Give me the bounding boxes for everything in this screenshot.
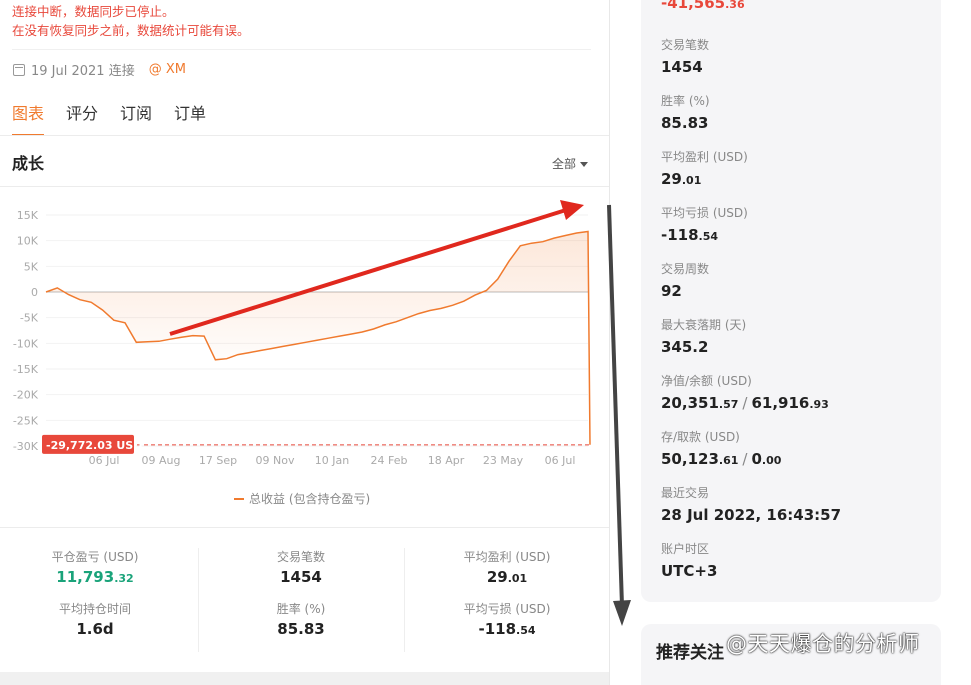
info-label: 平均盈利 (USD) <box>661 150 748 164</box>
stat-avg-hold: 平均持仓时间 1.6d <box>0 600 195 638</box>
recommend-title: 推荐关注 <box>656 643 724 663</box>
calendar-icon <box>13 63 25 76</box>
account-meta: 19 Jul 2021 连接 @ XM <box>13 60 186 79</box>
stat-winrate: 胜率 (%) 85.83 <box>201 600 401 638</box>
info-value: UTC+3 <box>661 562 718 580</box>
info-timezone: 账户时区 UTC+3 <box>661 540 717 580</box>
connection-warning: 连接中断，数据同步已停止。 在没有恢复同步之前，数据统计可能有误。 <box>12 2 250 40</box>
info-trades: 交易笔数 1454 <box>661 36 709 76</box>
watermark-text: @天天爆仓的分析师 <box>726 632 920 656</box>
info-label: 平均亏损 (USD) <box>661 206 748 220</box>
info-value: 29.01 <box>661 170 702 188</box>
info-equity-balance: 净值/余额 (USD) 20,351.57/61,916.93 <box>661 372 829 412</box>
growth-chart: 15K 10K 5K 0 -5K -10K -15K -20K -25K -30K 06 Jul 0… <box>13 209 591 506</box>
cropped-value: -41,565.36 <box>661 0 745 12</box>
x-tick-label: 09 Aug <box>142 454 181 467</box>
info-label: 账户时区 <box>661 542 710 556</box>
stat-label: 平均盈利 (USD) <box>463 550 551 564</box>
stat-avg-loss: 平均亏损 (USD) -118.54 <box>407 600 607 638</box>
info-value: 345.2 <box>661 338 709 356</box>
info-max-drawdown-period: 最大衰落期 (天) 345.2 <box>661 316 746 356</box>
stat-value: 1454 <box>280 568 322 586</box>
divider <box>0 186 609 187</box>
stat-value: 1.6d <box>76 620 114 638</box>
stats-grid: 平仓盈亏 (USD) 11,793.32 交易笔数 1454 平均盈利 (USD… <box>0 540 610 660</box>
divider <box>12 49 591 50</box>
info-last-trade: 最近交易 28 Jul 2022, 16:43:57 <box>661 484 841 524</box>
info-value: 50,123.61/0.00 <box>661 450 782 468</box>
divider <box>404 548 405 652</box>
info-value: 92 <box>661 282 682 300</box>
info-label: 交易周数 <box>661 262 710 276</box>
stat-label: 平仓盈亏 (USD) <box>51 550 139 564</box>
stat-value: 29.01 <box>486 568 528 586</box>
connected-date: 19 Jul 2021 连接 <box>31 64 135 79</box>
info-label: 胜率 (%) <box>661 94 710 108</box>
y-tick-label: 0 <box>31 286 38 299</box>
bottom-bar <box>0 672 609 685</box>
info-label: 最近交易 <box>661 486 710 500</box>
growth-title: 成长 <box>12 154 45 173</box>
y-tick-label: -25K <box>13 414 39 427</box>
broker-link[interactable]: @ XM <box>149 62 186 77</box>
divider <box>0 527 609 528</box>
x-tick-label: 06 Jul <box>89 454 120 467</box>
tab-chart[interactable]: 图表 <box>12 100 45 136</box>
info-value: -118.54 <box>661 226 719 244</box>
x-tick-label: 23 May <box>483 454 524 467</box>
left-panel: 连接中断，数据同步已停止。 在没有恢复同步之前，数据统计可能有误。 19 Jul… <box>0 0 610 685</box>
caret-down-icon <box>580 162 589 167</box>
stat-label: 胜率 (%) <box>276 602 326 616</box>
info-value: 20,351.57/61,916.93 <box>661 394 829 412</box>
info-deposit-withdraw: 存/取款 (USD) 50,123.61/0.00 <box>661 428 781 468</box>
x-tick-label: 06 Jul <box>545 454 576 467</box>
info-avg-loss: 平均亏损 (USD) -118.54 <box>661 204 748 244</box>
last-value-label: -29,772.03 USD <box>46 439 142 452</box>
stat-closed-pl: 平仓盈亏 (USD) 11,793.32 <box>0 548 195 586</box>
stat-value: -118.54 <box>478 620 536 638</box>
y-tick-label: -15K <box>13 363 39 376</box>
info-value: 28 Jul 2022, 16:43:57 <box>661 506 842 524</box>
y-tick-label: -5K <box>20 312 39 325</box>
info-label: 最大衰落期 (天) <box>661 318 747 332</box>
x-tick-label: 10 Jan <box>315 454 349 467</box>
info-label: 交易笔数 <box>661 38 710 52</box>
y-tick-label: -20K <box>13 389 39 402</box>
x-tick-label: 17 Sep <box>199 454 237 467</box>
warning-line-1: 连接中断，数据同步已停止。 <box>12 4 175 19</box>
info-trading-weeks: 交易周数 92 <box>661 260 709 300</box>
y-tick-label: 5K <box>24 260 39 273</box>
chart-legend[interactable]: 总收益 (包含持仓盈亏) <box>234 491 370 506</box>
divider <box>0 135 609 136</box>
x-tick-label: 24 Feb <box>371 454 408 467</box>
stat-label: 平均持仓时间 <box>58 602 131 616</box>
info-label: 净值/余额 (USD) <box>661 374 752 388</box>
stat-label: 平均亏损 (USD) <box>463 602 551 616</box>
y-tick-label: -10K <box>13 337 39 350</box>
stat-label: 交易笔数 <box>276 550 325 564</box>
x-tick-label: 09 Nov <box>256 454 295 467</box>
stat-value: 85.83 <box>277 620 325 638</box>
stat-avg-profit: 平均盈利 (USD) 29.01 <box>407 548 607 586</box>
info-label: 存/取款 (USD) <box>661 430 740 444</box>
y-tick-label: 15K <box>17 209 39 222</box>
y-tick-label: -30K <box>13 440 39 453</box>
x-tick-label: 18 Apr <box>428 454 465 467</box>
divider <box>198 548 199 652</box>
stat-value: 11,793.32 <box>56 568 134 586</box>
warning-line-2: 在没有恢复同步之前，数据统计可能有误。 <box>12 23 250 38</box>
info-avg-profit: 平均盈利 (USD) 29.01 <box>661 148 748 188</box>
tab-subscribe[interactable]: 订阅 <box>120 100 152 136</box>
range-label: 全部 <box>552 157 577 171</box>
y-tick-label: 10K <box>17 235 39 248</box>
info-winrate: 胜率 (%) 85.83 <box>661 92 710 132</box>
range-dropdown[interactable]: 全部 <box>552 155 589 172</box>
info-value: 85.83 <box>661 114 709 132</box>
tab-rating[interactable]: 评分 <box>66 100 98 136</box>
tab-orders[interactable]: 订单 <box>174 100 206 136</box>
tab-bar: 图表 评分 订阅 订单 <box>12 100 206 136</box>
info-value: 1454 <box>661 58 703 76</box>
legend-series-name: 总收益 (包含持仓盈亏) <box>249 491 370 506</box>
stat-trades: 交易笔数 1454 <box>201 548 401 586</box>
